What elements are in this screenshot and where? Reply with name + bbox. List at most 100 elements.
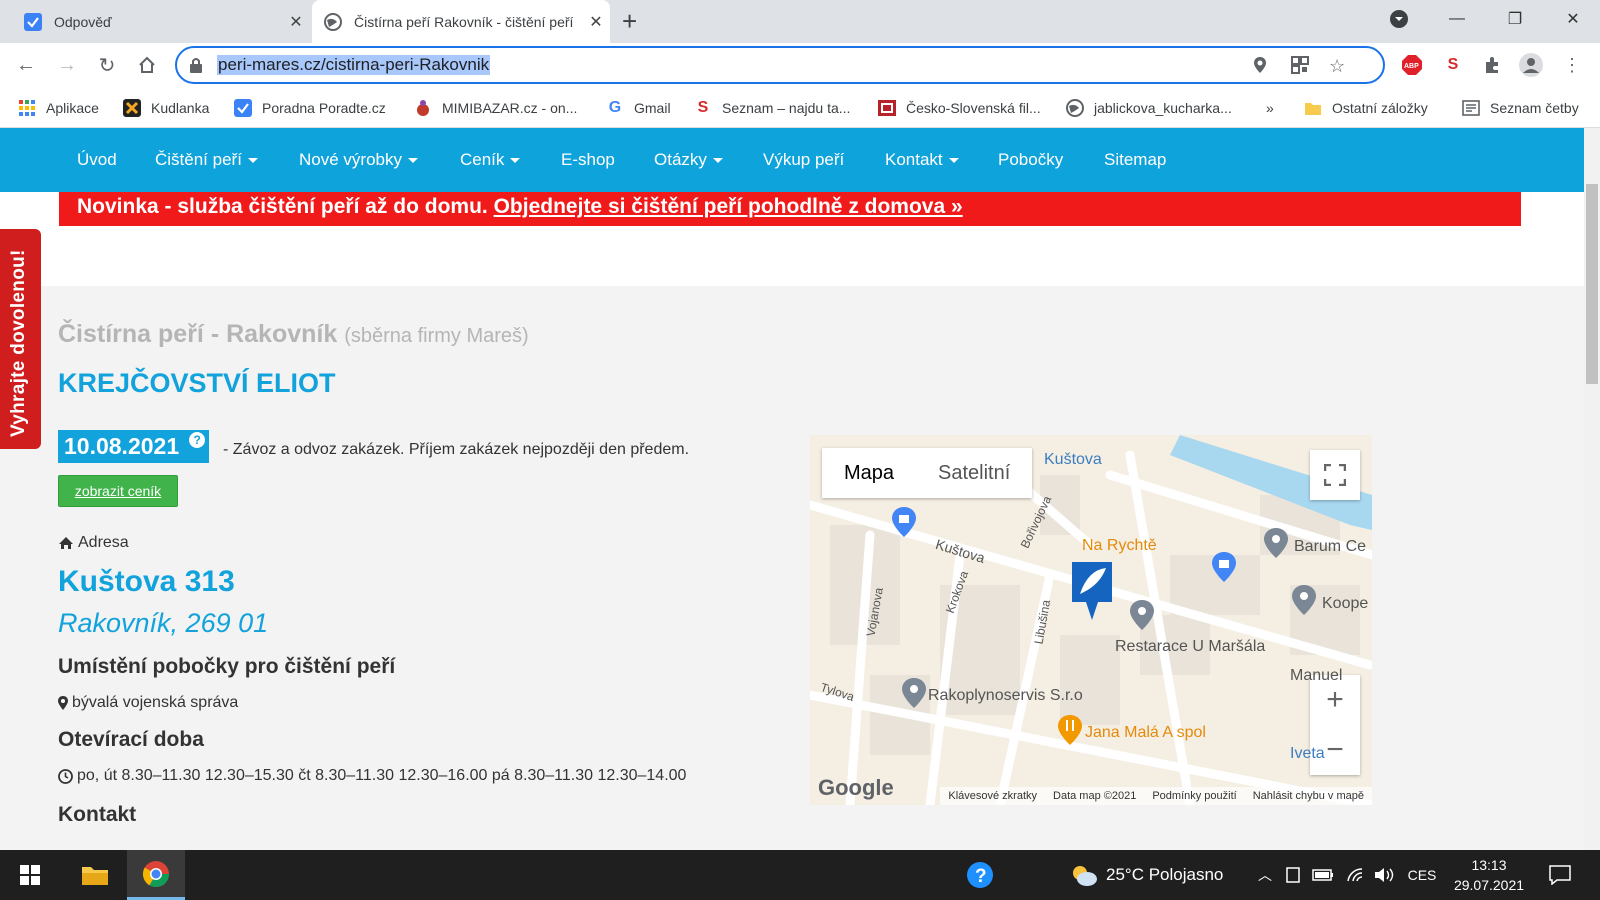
terms-link[interactable]: Podmínky použití	[1152, 787, 1236, 805]
poi-label[interactable]: Manuel	[1290, 667, 1342, 685]
new-tab-button[interactable]: +	[622, 6, 637, 37]
contact-heading: Kontakt	[58, 803, 137, 826]
battery-icon[interactable]	[1310, 850, 1336, 900]
start-button[interactable]	[10, 850, 50, 900]
weather-widget[interactable]: 25°C Polojasno	[1070, 850, 1245, 900]
scrollbar-thumb[interactable]	[1586, 184, 1598, 384]
poi-label[interactable]: Na Rychtě	[1082, 537, 1157, 555]
report-error-link[interactable]: Nahlásit chybu v mapě	[1253, 787, 1364, 805]
extensions-icon[interactable]	[1480, 53, 1504, 77]
address-bar[interactable]: peri-mares.cz/cistirna-peri-Rakovnik ☆	[175, 46, 1385, 84]
page-scrollbar[interactable]	[1584, 128, 1600, 850]
star-icon[interactable]: ☆	[1329, 56, 1345, 77]
bookmark-csfd[interactable]: Česko-Slovenská fil...	[878, 97, 1041, 119]
forward-button[interactable]: →	[51, 49, 83, 81]
volume-icon[interactable]	[1372, 850, 1398, 900]
shopping-pin-icon[interactable]	[1212, 552, 1236, 582]
fullscreen-icon	[1324, 464, 1346, 486]
close-tab-icon[interactable]: ✕	[582, 12, 610, 32]
minimize-button[interactable]: —	[1432, 0, 1482, 38]
meet-now-icon[interactable]	[1283, 850, 1303, 900]
poi-label[interactable]: Koope	[1322, 595, 1368, 613]
poi-label[interactable]: Restarace U Maršála	[1115, 638, 1265, 656]
clock[interactable]: 13:13 29.07.2021	[1448, 850, 1530, 900]
menu-kebab-icon[interactable]: ⋮	[1560, 53, 1584, 77]
csfd-icon	[878, 99, 896, 117]
poi-label[interactable]: Iveta	[1290, 745, 1325, 763]
menu-item-vykup-peri[interactable]: Výkup peří	[763, 150, 844, 170]
menu-item-nove-vyrobky[interactable]: Nové výrobky	[299, 150, 418, 170]
reload-button[interactable]: ↻	[91, 49, 123, 81]
menu-item-otazky[interactable]: Otázky	[654, 150, 723, 170]
restaurant-pin-icon[interactable]	[1058, 715, 1082, 745]
zoom-out-button[interactable]: −	[1326, 725, 1344, 775]
fullscreen-button[interactable]	[1310, 450, 1360, 500]
menu-item-uvod[interactable]: Úvod	[77, 150, 117, 170]
bookmark-label: Aplikace	[46, 100, 99, 116]
bookmark-seznam[interactable]: S Seznam – najdu ta...	[694, 97, 851, 119]
file-explorer-button[interactable]	[70, 850, 120, 900]
map-pin-icon[interactable]	[902, 678, 926, 708]
bookmark-other[interactable]: Ostatní záložky	[1304, 97, 1428, 119]
promo-link[interactable]: Objednejte si čištění peří pohodlně z do…	[494, 195, 963, 218]
close-tab-icon[interactable]: ✕	[282, 12, 310, 32]
wifi-icon[interactable]	[1344, 850, 1368, 900]
restore-button[interactable]: ❐	[1490, 0, 1540, 38]
menu-item-cisteni-peri[interactable]: Čištění peří	[155, 150, 258, 170]
google-map[interactable]: Mapa Satelitní + − Kuštova Kuštova Bořiv…	[810, 435, 1372, 805]
menu-item-eshop[interactable]: E-shop	[561, 150, 615, 170]
feather-marker-icon[interactable]	[1070, 560, 1114, 622]
location-pin-icon[interactable]	[1253, 56, 1267, 79]
help-button[interactable]: ?	[960, 850, 1000, 900]
location-line: bývalá vojenská správa	[58, 694, 238, 712]
map-pin-icon[interactable]	[1264, 528, 1288, 558]
close-window-button[interactable]: ✕	[1548, 0, 1598, 38]
menu-item-kontakt[interactable]: Kontakt	[885, 150, 959, 170]
tab-odpoved[interactable]: Odpověď ✕	[12, 0, 310, 43]
keyboard-shortcuts-link[interactable]: Klávesové zkratky	[948, 787, 1037, 805]
chrome-taskbar-button[interactable]	[127, 850, 185, 900]
poi-label[interactable]: Rakoplynoservis S.r.o	[928, 687, 1083, 705]
home-button[interactable]	[131, 49, 163, 81]
shopping-pin-icon[interactable]	[892, 507, 916, 537]
show-price-list-button[interactable]: zobrazit ceník	[58, 475, 178, 507]
browser-toolbar: ← → ↻ peri-mares.cz/cistirna-peri-Rakovn…	[0, 43, 1600, 88]
map-type-map[interactable]: Mapa	[822, 448, 916, 498]
bookmark-poradna[interactable]: Poradna Poradte.cz	[234, 97, 386, 119]
tab-strip: Odpověď ✕ Čistírna peří Rakovník - čiště…	[0, 0, 1600, 43]
qr-code-icon[interactable]	[1291, 56, 1309, 79]
map-pin-icon[interactable]	[1292, 585, 1316, 615]
help-icon[interactable]: ?	[189, 432, 206, 448]
bookmark-mimibazar[interactable]: MIMIBAZAR.cz - on...	[414, 97, 577, 119]
map-pin-icon[interactable]	[1130, 600, 1154, 630]
back-button[interactable]: ←	[10, 49, 42, 81]
profile-avatar-icon[interactable]	[1519, 53, 1543, 77]
tab-search-button[interactable]	[1374, 0, 1424, 38]
tray-expand-icon[interactable]: ︿	[1255, 850, 1275, 900]
adblock-icon[interactable]: ABP	[1400, 53, 1424, 77]
url-text[interactable]: peri-mares.cz/cistirna-peri-Rakovnik	[217, 55, 491, 75]
menu-item-sitemap[interactable]: Sitemap	[1104, 150, 1166, 170]
bookmark-label: Poradna Poradte.cz	[262, 100, 386, 116]
bookmark-apps[interactable]: Aplikace	[18, 97, 99, 119]
poi-label[interactable]: Barum Ce	[1294, 538, 1366, 556]
notifications-button[interactable]	[1545, 850, 1575, 900]
reading-list[interactable]: Seznam četby	[1462, 97, 1579, 119]
bookmark-jablickova[interactable]: jablickova_kucharka...	[1066, 97, 1232, 119]
checkbox-icon	[234, 99, 252, 117]
poi-label[interactable]: Jana Malá A spol	[1085, 724, 1206, 742]
bookmark-gmail[interactable]: G Gmail	[606, 97, 671, 119]
bookmark-label: Gmail	[634, 100, 671, 116]
menu-item-pobocky[interactable]: Pobočky	[998, 150, 1063, 170]
map-type-satellite[interactable]: Satelitní	[916, 448, 1032, 498]
page-title: KREJČOVSTVÍ ELIOT	[58, 368, 336, 398]
menu-item-cenik[interactable]: Ceník	[460, 150, 521, 170]
win-vacation-tab[interactable]: Vyhrajte dovolenou!	[0, 229, 41, 449]
language-indicator[interactable]: CES	[1404, 850, 1440, 900]
kudlanka-icon	[123, 99, 141, 117]
bookmarks-overflow[interactable]: »	[1266, 97, 1274, 119]
bookmark-kudlanka[interactable]: Kudlanka	[123, 97, 209, 119]
seznam-extension-icon[interactable]: S	[1441, 53, 1465, 77]
tab-cistirna[interactable]: Čistírna peří Rakovník - čištění peří ✕	[312, 0, 610, 43]
help-icon: ?	[967, 862, 993, 888]
